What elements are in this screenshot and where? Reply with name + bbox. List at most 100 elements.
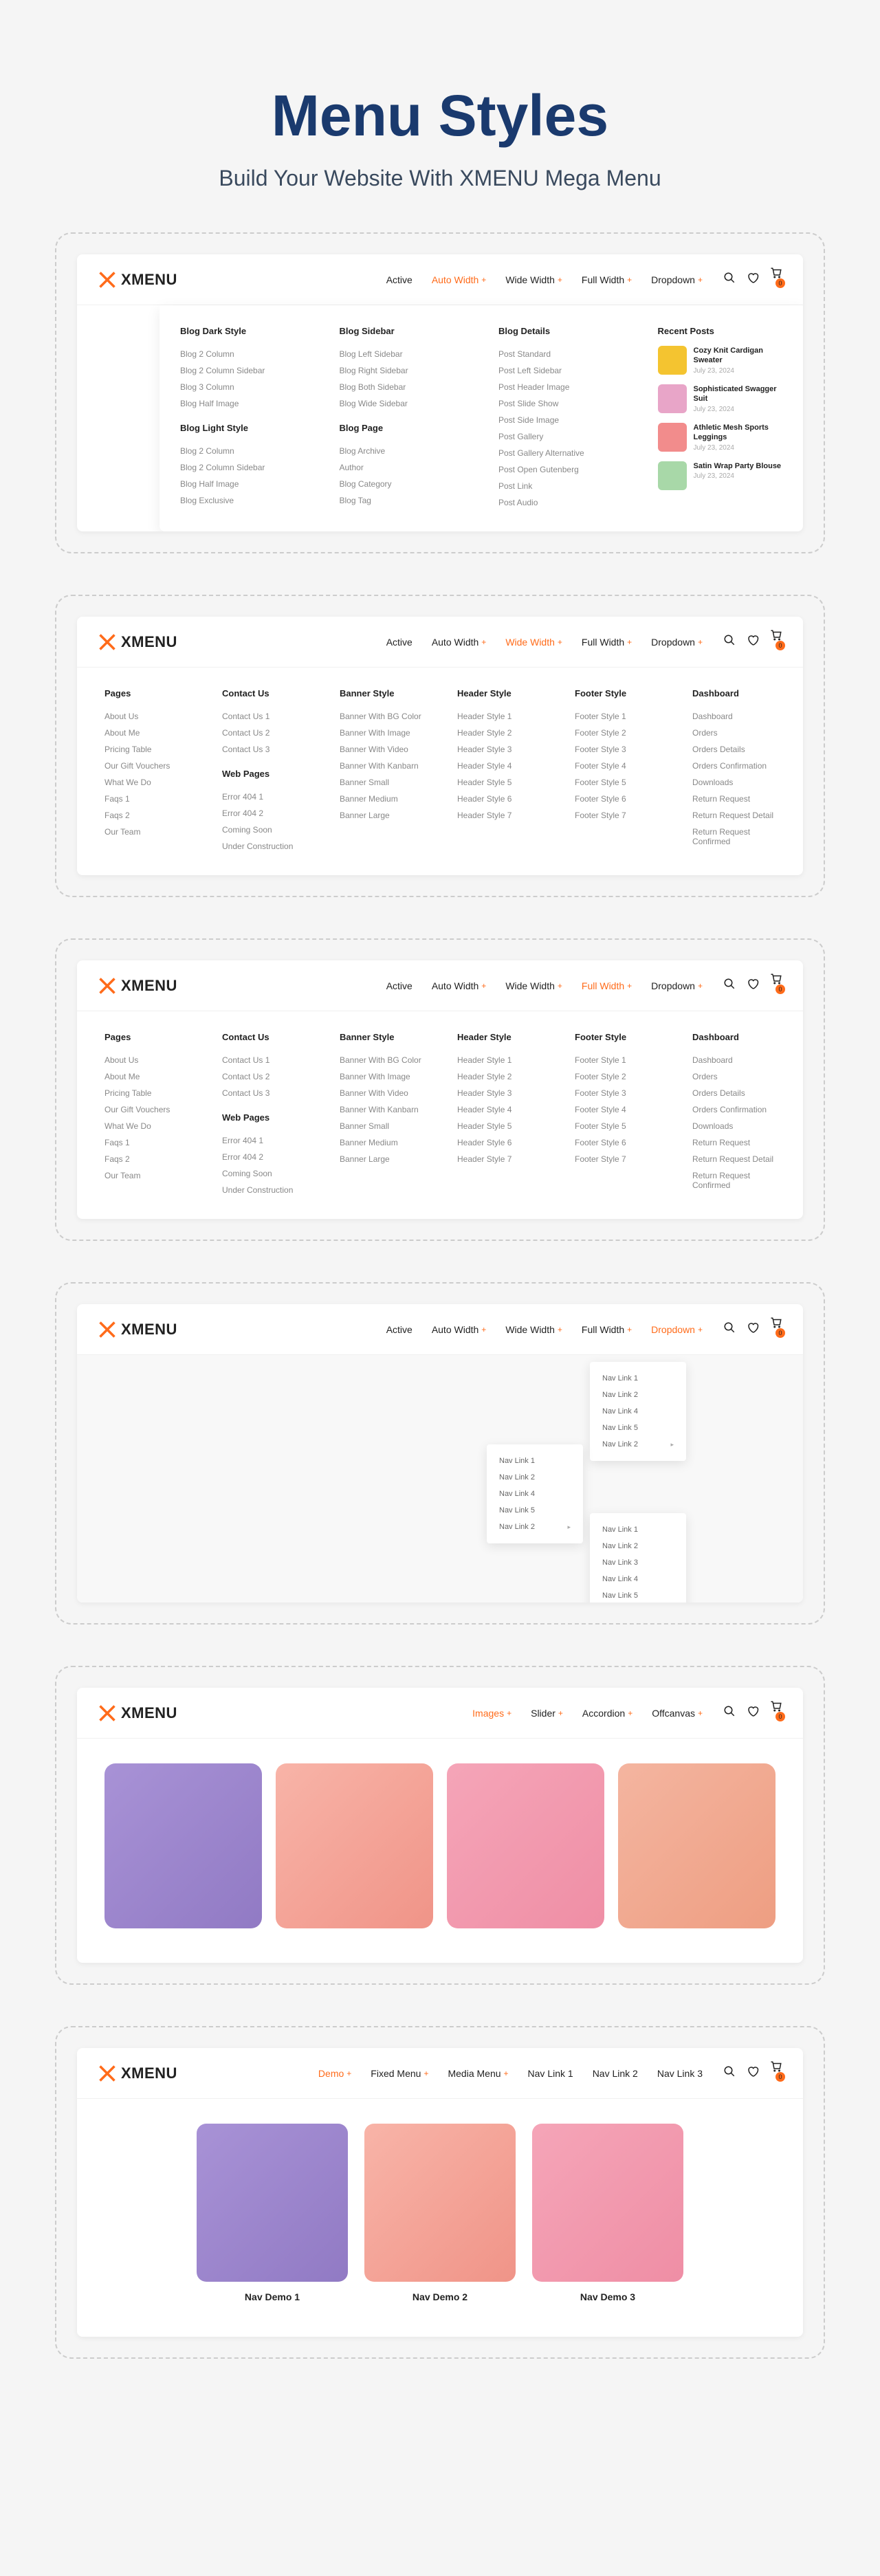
nav-item-images[interactable]: Images+ [472, 1708, 512, 1719]
mega-link[interactable]: Contact Us 2 [222, 725, 305, 741]
image-tile-2[interactable] [276, 1763, 433, 1928]
demo-item[interactable]: Nav Demo 3 [532, 2124, 683, 2302]
mega-link[interactable]: Blog Tag [340, 492, 465, 509]
mega-link[interactable]: Blog 2 Column Sidebar [180, 362, 305, 379]
dropdown-item[interactable]: Nav Link 2 [590, 1387, 686, 1403]
mega-link[interactable]: Banner With Kanbarn [340, 758, 423, 774]
dropdown-item[interactable]: Nav Link 2 [487, 1469, 583, 1486]
mega-link[interactable]: Banner Medium [340, 791, 423, 807]
mega-link[interactable]: Faqs 2 [104, 1151, 188, 1167]
mega-link[interactable]: Blog 2 Column [180, 443, 305, 459]
mega-link[interactable]: Header Style 3 [457, 741, 540, 758]
mega-link[interactable]: Post Link [498, 478, 624, 494]
mega-link[interactable]: Header Style 2 [457, 725, 540, 741]
mega-link[interactable]: Blog Exclusive [180, 492, 305, 509]
dropdown-item[interactable]: Nav Link 4 [590, 1571, 686, 1587]
mega-link[interactable]: Post Open Gutenberg [498, 461, 624, 478]
mega-link[interactable]: Return Request Confirmed [692, 824, 776, 850]
nav-item-fixed-menu[interactable]: Fixed Menu+ [371, 2068, 428, 2079]
recent-post[interactable]: Cozy Knit Cardigan SweaterJuly 23, 2024 [658, 346, 783, 375]
mega-link[interactable]: Post Left Sidebar [498, 362, 624, 379]
mega-link[interactable]: Banner With Video [340, 741, 423, 758]
nav-item-dropdown[interactable]: Dropdown+ [651, 980, 703, 991]
nav-item-wide-width[interactable]: Wide Width+ [505, 274, 562, 285]
mega-link[interactable]: Faqs 1 [104, 1134, 188, 1151]
mega-link[interactable]: Header Style 6 [457, 791, 540, 807]
nav-item-dropdown[interactable]: Dropdown+ [651, 637, 703, 648]
logo[interactable]: XMENU [98, 1704, 177, 1723]
mega-link[interactable]: Return Request Detail [692, 1151, 776, 1167]
mega-link[interactable]: Faqs 1 [104, 791, 188, 807]
mega-link[interactable]: Banner With Image [340, 725, 423, 741]
mega-link[interactable]: Banner Medium [340, 1134, 423, 1151]
mega-link[interactable]: Banner With Image [340, 1068, 423, 1085]
cart-icon[interactable]: 0 [770, 267, 782, 292]
mega-link[interactable]: Blog Archive [340, 443, 465, 459]
image-tile-4[interactable] [618, 1763, 776, 1928]
mega-link[interactable]: Our Team [104, 824, 188, 840]
mega-link[interactable]: Post Gallery [498, 428, 624, 445]
mega-link[interactable]: Banner Small [340, 1118, 423, 1134]
image-tile-1[interactable] [104, 1763, 262, 1928]
search-icon[interactable] [723, 1321, 736, 1337]
demo-item[interactable]: Nav Demo 2 [364, 2124, 516, 2302]
recent-post[interactable]: Sophisticated Swagger SuitJuly 23, 2024 [658, 384, 783, 413]
heart-icon[interactable] [747, 1705, 759, 1721]
dropdown-item[interactable]: Nav Link 5 [590, 1587, 686, 1603]
nav-item-accordion[interactable]: Accordion+ [582, 1708, 632, 1719]
nav-item-dropdown[interactable]: Dropdown+ [651, 1324, 703, 1335]
mega-link[interactable]: Return Request Confirmed [692, 1167, 776, 1193]
mega-link[interactable]: About Me [104, 725, 188, 741]
mega-link[interactable]: Banner With BG Color [340, 708, 423, 725]
mega-link[interactable]: Blog Half Image [180, 476, 305, 492]
mega-link[interactable]: Footer Style 6 [575, 791, 658, 807]
nav-item-auto-width[interactable]: Auto Width+ [432, 980, 487, 991]
mega-link[interactable]: Header Style 2 [457, 1068, 540, 1085]
mega-link[interactable]: Dashboard [692, 708, 776, 725]
search-icon[interactable] [723, 2065, 736, 2081]
dropdown-item[interactable]: Nav Link 5 [590, 1420, 686, 1436]
mega-link[interactable]: Contact Us 1 [222, 1052, 305, 1068]
mega-link[interactable]: Downloads [692, 774, 776, 791]
mega-link[interactable]: Banner With Kanbarn [340, 1101, 423, 1118]
mega-link[interactable]: Error 404 1 [222, 789, 305, 805]
mega-link[interactable]: Header Style 7 [457, 1151, 540, 1167]
mega-link[interactable]: Footer Style 4 [575, 758, 658, 774]
mega-link[interactable]: Return Request [692, 791, 776, 807]
mega-link[interactable]: Footer Style 4 [575, 1101, 658, 1118]
nav-item-nav-link-2[interactable]: Nav Link 2 [593, 2068, 638, 2079]
mega-link[interactable]: Return Request Detail [692, 807, 776, 824]
cart-icon[interactable]: 0 [770, 1317, 782, 1342]
mega-link[interactable]: Header Style 5 [457, 774, 540, 791]
mega-link[interactable]: Footer Style 1 [575, 708, 658, 725]
mega-link[interactable]: Footer Style 3 [575, 741, 658, 758]
nav-item-media-menu[interactable]: Media Menu+ [448, 2068, 508, 2079]
nav-item-nav-link-3[interactable]: Nav Link 3 [657, 2068, 703, 2079]
mega-link[interactable]: Banner Large [340, 1151, 423, 1167]
mega-link[interactable]: Blog 2 Column [180, 346, 305, 362]
dropdown-item[interactable]: Nav Link 1 [590, 1521, 686, 1538]
mega-link[interactable]: Post Slide Show [498, 395, 624, 412]
mega-link[interactable]: Blog Left Sidebar [340, 346, 465, 362]
nav-item-active[interactable]: Active [386, 980, 412, 991]
nav-item-wide-width[interactable]: Wide Width+ [505, 1324, 562, 1335]
mega-link[interactable]: Our Team [104, 1167, 188, 1184]
dropdown-item[interactable]: Nav Link 5 [487, 1502, 583, 1519]
mega-link[interactable]: Footer Style 6 [575, 1134, 658, 1151]
nav-item-wide-width[interactable]: Wide Width+ [505, 637, 562, 648]
mega-link[interactable]: What We Do [104, 774, 188, 791]
dropdown-item[interactable]: Nav Link 1 [590, 1370, 686, 1387]
mega-link[interactable]: Post Header Image [498, 379, 624, 395]
dropdown-item[interactable]: Nav Link 4 [487, 1486, 583, 1502]
mega-link[interactable]: Blog Category [340, 476, 465, 492]
search-icon[interactable] [723, 978, 736, 993]
nav-item-active[interactable]: Active [386, 1324, 412, 1335]
mega-link[interactable]: Under Construction [222, 838, 305, 855]
mega-link[interactable]: Contact Us 2 [222, 1068, 305, 1085]
nav-item-offcanvas[interactable]: Offcanvas+ [652, 1708, 703, 1719]
mega-link[interactable]: Header Style 6 [457, 1134, 540, 1151]
mega-link[interactable]: Banner Large [340, 807, 423, 824]
mega-link[interactable]: About Us [104, 708, 188, 725]
mega-link[interactable]: Blog 2 Column Sidebar [180, 459, 305, 476]
mega-link[interactable]: Footer Style 2 [575, 725, 658, 741]
